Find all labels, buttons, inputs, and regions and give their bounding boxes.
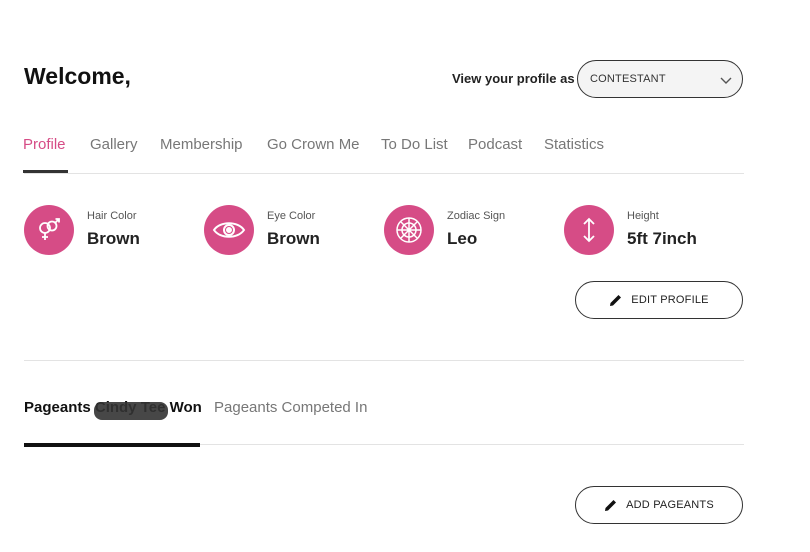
view-profile-as-label: View your profile as xyxy=(452,71,575,86)
zodiac-icon xyxy=(384,205,434,255)
height-arrows-icon xyxy=(564,205,614,255)
add-pageants-label: ADD PAGEANTS xyxy=(626,499,714,511)
zodiac-sign-value: Leo xyxy=(447,229,478,248)
zodiac-sign-label: Zodiac Sign xyxy=(447,210,506,222)
view-as-selected-value: CONTESTANT xyxy=(590,73,666,85)
welcome-heading: Welcome, C xyxy=(24,63,138,89)
gender-icon xyxy=(24,205,74,255)
view-as-select[interactable]: CONTESTANT xyxy=(577,60,743,98)
hair-color-value: Brown xyxy=(87,229,140,248)
tab-gallery[interactable]: Gallery xyxy=(90,136,138,153)
section-divider xyxy=(24,360,744,361)
tab-profile[interactable]: Profile xyxy=(23,136,66,153)
tab-pageants-competed[interactable]: Pageants Competed In xyxy=(214,399,367,416)
name-redaction-mark xyxy=(94,402,168,420)
eye-icon xyxy=(204,205,254,255)
active-pageant-tab-indicator xyxy=(24,443,200,447)
pencil-icon xyxy=(610,295,622,306)
height-label: Height xyxy=(627,210,659,222)
hair-color-label: Hair Color xyxy=(87,210,137,222)
tab-podcast[interactable]: Podcast xyxy=(468,136,522,153)
edit-profile-label: EDIT PROFILE xyxy=(631,294,709,306)
add-pageants-button[interactable]: ADD PAGEANTS xyxy=(575,486,743,524)
pencil-icon xyxy=(605,500,617,511)
tabs-divider xyxy=(24,173,744,174)
tab-go-crown-me[interactable]: Go Crown Me xyxy=(267,136,360,153)
edit-profile-button[interactable]: EDIT PROFILE xyxy=(575,281,743,319)
tab-statistics[interactable]: Statistics xyxy=(544,136,604,153)
tab-membership[interactable]: Membership xyxy=(160,136,243,153)
tab-to-do-list[interactable]: To Do List xyxy=(381,136,448,153)
eye-color-value: Brown xyxy=(267,229,320,248)
eye-color-label: Eye Color xyxy=(267,210,316,222)
chevron-down-icon xyxy=(720,73,732,91)
height-value: 5ft 7inch xyxy=(627,229,697,248)
